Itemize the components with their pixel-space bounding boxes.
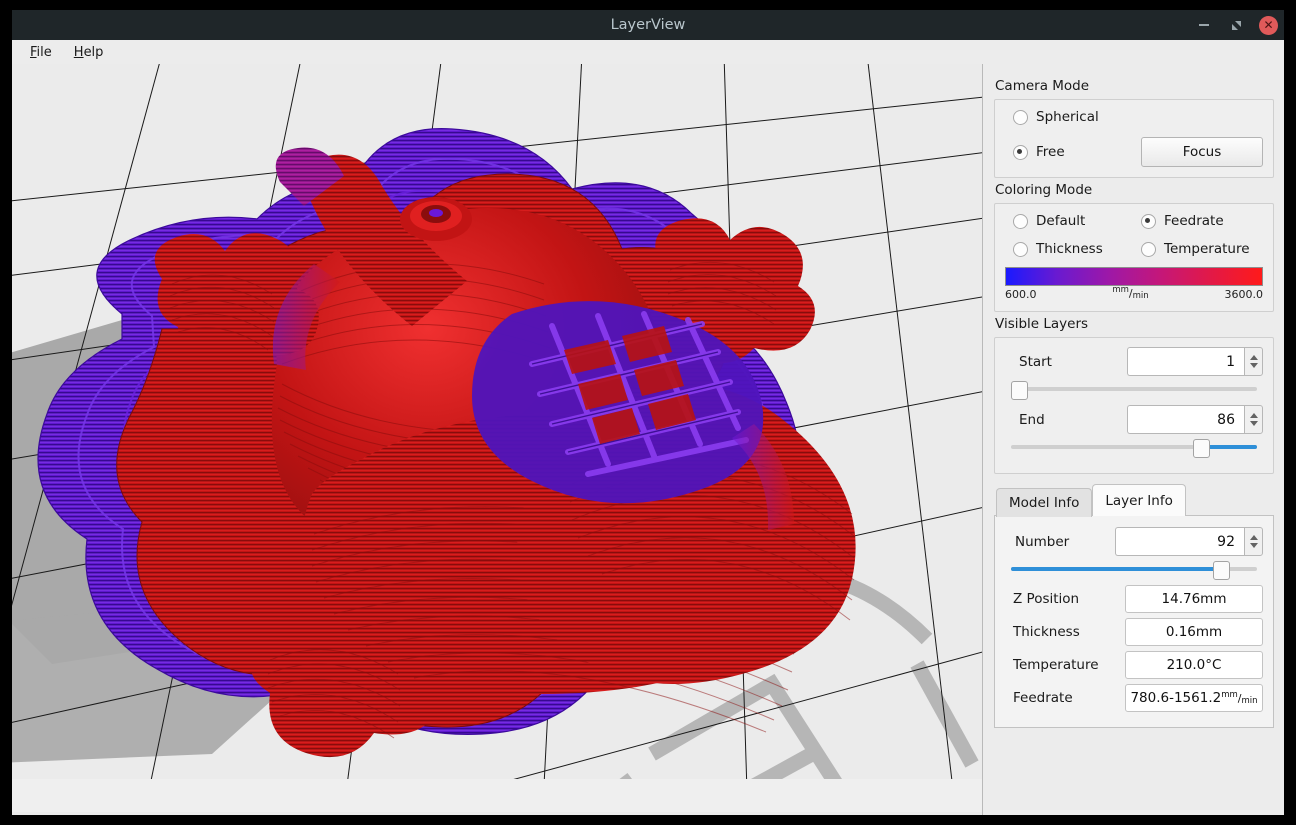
camera-mode-title: Camera Mode <box>995 78 1274 94</box>
radio-label-feedrate: Feedrate <box>1164 213 1224 229</box>
title-bar: LayerView ✕ <box>12 10 1284 40</box>
start-slider-track <box>1011 387 1257 391</box>
chevron-up-icon[interactable] <box>1250 535 1258 540</box>
layer-number-row: Number 92 <box>1005 527 1263 556</box>
menu-file-rest: ile <box>37 45 52 60</box>
model-top-nub <box>400 197 472 241</box>
start-layer-stepper[interactable] <box>1244 347 1263 376</box>
window-title: LayerView <box>12 10 1284 40</box>
legend-min-value: 600.0 <box>1005 288 1037 301</box>
feedrate-unit-numerator: mm <box>1221 691 1238 700</box>
menu-help-rest: elp <box>84 45 104 60</box>
coloring-mode-group: Default Feedrate Thickness Temperature <box>994 203 1274 312</box>
tab-layer-info[interactable]: Layer Info <box>1092 484 1185 516</box>
end-layer-value[interactable]: 86 <box>1127 405 1244 434</box>
feedrate-number: 780.6-1561.2 <box>1130 690 1221 706</box>
radio-label-free: Free <box>1036 144 1065 160</box>
legend-unit-numerator: mm <box>1112 286 1129 295</box>
feedrate-unit: mm / min <box>1221 693 1257 704</box>
application-window: LayerView ✕ File Help <box>12 10 1284 815</box>
visible-layers-title: Visible Layers <box>995 316 1274 332</box>
legend-max-value: 3600.0 <box>1225 288 1264 301</box>
end-layer-row: End 86 <box>1005 405 1263 434</box>
menu-help[interactable]: Help <box>74 45 104 60</box>
viewport-footer <box>12 779 982 812</box>
chevron-up-icon[interactable] <box>1250 355 1258 360</box>
radio-label-thickness: Thickness <box>1036 241 1103 257</box>
visible-layers-group: Start 1 End 86 <box>994 337 1274 474</box>
end-layer-slider[interactable] <box>1011 437 1257 457</box>
radio-dot-default <box>1013 214 1028 229</box>
thickness-value: 0.16mm <box>1125 618 1263 646</box>
close-icon[interactable]: ✕ <box>1259 16 1278 35</box>
legend-unit-denominator: min <box>1133 292 1149 301</box>
layer-slider-handle[interactable] <box>1213 561 1230 580</box>
layer-number-spinner[interactable]: 92 <box>1115 527 1263 556</box>
control-panel: Camera Mode Spherical Free Focus <box>983 64 1284 815</box>
window-controls: ✕ <box>1195 10 1278 40</box>
start-layer-spinner[interactable]: 1 <box>1127 347 1263 376</box>
end-slider-handle[interactable] <box>1193 439 1210 458</box>
feedrate-unit-denominator: min <box>1242 697 1258 706</box>
radio-dot-free <box>1013 145 1028 160</box>
thickness-row: Thickness 0.16mm <box>1005 618 1263 646</box>
minimize-icon[interactable] <box>1195 16 1213 34</box>
layer-number-stepper[interactable] <box>1244 527 1263 556</box>
end-layer-label: End <box>1005 412 1127 428</box>
tab-model-info[interactable]: Model Info <box>996 488 1092 517</box>
end-layer-spinner[interactable]: 86 <box>1127 405 1263 434</box>
start-layer-label: Start <box>1005 354 1127 370</box>
radio-coloring-default[interactable]: Default <box>1013 213 1141 229</box>
start-slider-handle[interactable] <box>1011 381 1028 400</box>
radio-coloring-thickness[interactable]: Thickness <box>1013 241 1141 257</box>
temperature-row: Temperature 210.0°C <box>1005 651 1263 679</box>
radio-coloring-feedrate[interactable]: Feedrate <box>1141 213 1224 229</box>
temperature-label: Temperature <box>1005 657 1125 673</box>
radio-dot-thickness <box>1013 242 1028 257</box>
feedrate-value: 780.6-1561.2 mm / min <box>1125 684 1263 712</box>
info-tab-bar: Model Info Layer Info <box>994 484 1274 516</box>
feedrate-color-legend <box>1005 267 1263 286</box>
coloring-mode-title: Coloring Mode <box>995 182 1274 198</box>
z-position-value: 14.76mm <box>1125 585 1263 613</box>
chevron-down-icon[interactable] <box>1250 543 1258 548</box>
radio-camera-spherical[interactable]: Spherical <box>1013 109 1099 125</box>
feedrate-row: Feedrate 780.6-1561.2 mm / min <box>1005 684 1263 712</box>
camera-mode-group: Spherical Free Focus <box>994 99 1274 178</box>
layer-info-panel: Number 92 Z Position <box>994 515 1274 728</box>
start-layer-value[interactable]: 1 <box>1127 347 1244 376</box>
feedrate-label: Feedrate <box>1005 690 1125 706</box>
z-position-label: Z Position <box>1005 591 1125 607</box>
layer-number-label: Number <box>1005 534 1115 550</box>
radio-label-default: Default <box>1036 213 1085 229</box>
start-layer-row: Start 1 <box>1005 347 1263 376</box>
radio-dot-spherical <box>1013 110 1028 125</box>
radio-coloring-temperature[interactable]: Temperature <box>1141 241 1250 257</box>
layer-slider-fill <box>1011 567 1220 571</box>
end-layer-stepper[interactable] <box>1244 405 1263 434</box>
layer-number-slider[interactable] <box>1011 559 1257 579</box>
layer-number-value[interactable]: 92 <box>1115 527 1244 556</box>
legend-unit: mm / min <box>1112 288 1148 299</box>
main-body: Camera Mode Spherical Free Focus <box>12 64 1284 815</box>
3d-layer-viewport[interactable] <box>12 64 983 815</box>
radio-label-temperature: Temperature <box>1164 241 1250 257</box>
menu-bar: File Help <box>12 40 1284 64</box>
temperature-value: 210.0°C <box>1125 651 1263 679</box>
chevron-up-icon[interactable] <box>1250 413 1258 418</box>
thickness-label: Thickness <box>1005 624 1125 640</box>
radio-camera-free[interactable]: Free <box>1013 144 1141 160</box>
z-position-row: Z Position 14.76mm <box>1005 585 1263 613</box>
chevron-down-icon[interactable] <box>1250 421 1258 426</box>
radio-label-spherical: Spherical <box>1036 109 1099 125</box>
chevron-down-icon[interactable] <box>1250 363 1258 368</box>
maximize-icon[interactable] <box>1227 16 1245 34</box>
radio-dot-temperature <box>1141 242 1156 257</box>
feedrate-legend-labels: 600.0 mm / min 3600.0 <box>1005 288 1263 301</box>
menu-file[interactable]: File <box>30 45 52 60</box>
focus-button[interactable]: Focus <box>1141 137 1263 167</box>
start-layer-slider[interactable] <box>1011 379 1257 399</box>
radio-dot-feedrate <box>1141 214 1156 229</box>
